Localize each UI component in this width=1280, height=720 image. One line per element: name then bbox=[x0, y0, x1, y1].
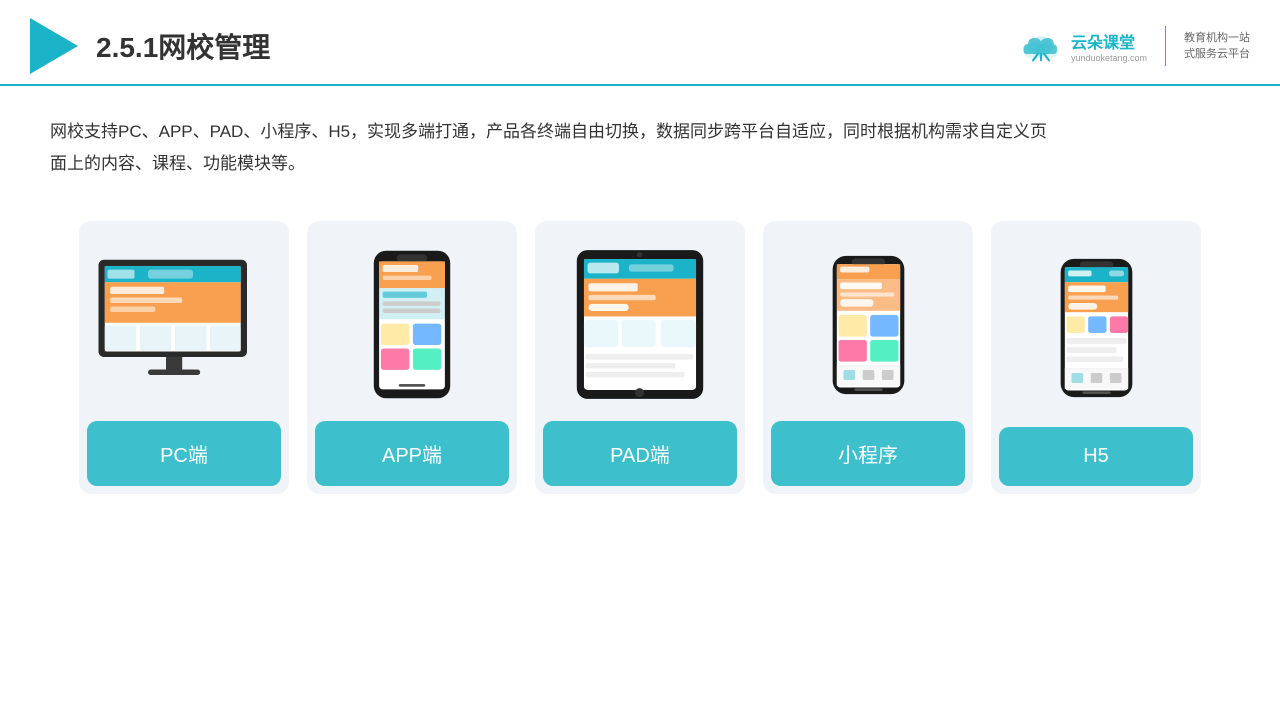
page-title: 2.5.1网校管理 bbox=[96, 26, 270, 66]
cloud-icon bbox=[1017, 30, 1065, 62]
card-pc-image bbox=[79, 221, 289, 421]
header-right: 云朵课堂 yunduoketang.com 教育机构一站 式服务云平台 bbox=[1017, 26, 1250, 66]
logo-main-text: 云朵课堂 bbox=[1071, 29, 1135, 53]
card-mini-image bbox=[763, 221, 973, 421]
pad-device-icon bbox=[575, 247, 705, 402]
pc-device-icon bbox=[94, 255, 274, 395]
card-mini: 小程序 bbox=[763, 221, 973, 494]
mini-device-icon bbox=[831, 250, 906, 400]
logo-domain: yunduoketang.com bbox=[1071, 53, 1147, 63]
card-app: APP端 bbox=[307, 221, 517, 494]
logo-text-block: 云朵课堂 yunduoketang.com bbox=[1071, 29, 1147, 63]
card-pc-label: PC端 bbox=[87, 421, 281, 486]
header: 2.5.1网校管理 云朵课堂 yunduoketang.com 教育机构一站 式… bbox=[0, 0, 1280, 86]
app-device-icon bbox=[372, 247, 452, 402]
device-cards-container: PC端 bbox=[0, 191, 1280, 514]
description-text: 网校支持PC、APP、PAD、小程序、H5，实现多端打通，产品各终端自由切换，数… bbox=[0, 86, 1100, 191]
card-pad-label: PAD端 bbox=[543, 421, 737, 486]
card-h5: H5 bbox=[991, 221, 1201, 494]
card-app-label: APP端 bbox=[315, 421, 509, 486]
card-h5-label: H5 bbox=[999, 427, 1193, 486]
card-pad: PAD端 bbox=[535, 221, 745, 494]
header-divider bbox=[1165, 26, 1166, 66]
card-pad-image bbox=[535, 221, 745, 421]
card-pc: PC端 bbox=[79, 221, 289, 494]
card-h5-image bbox=[991, 221, 1201, 427]
card-app-image bbox=[307, 221, 517, 421]
card-mini-label: 小程序 bbox=[771, 421, 965, 486]
header-left: 2.5.1网校管理 bbox=[30, 18, 270, 74]
platform-text: 教育机构一站 式服务云平台 bbox=[1184, 30, 1250, 63]
h5-device-icon bbox=[1059, 254, 1134, 402]
brand-logo: 云朵课堂 yunduoketang.com bbox=[1017, 29, 1147, 63]
play-icon bbox=[30, 18, 78, 74]
